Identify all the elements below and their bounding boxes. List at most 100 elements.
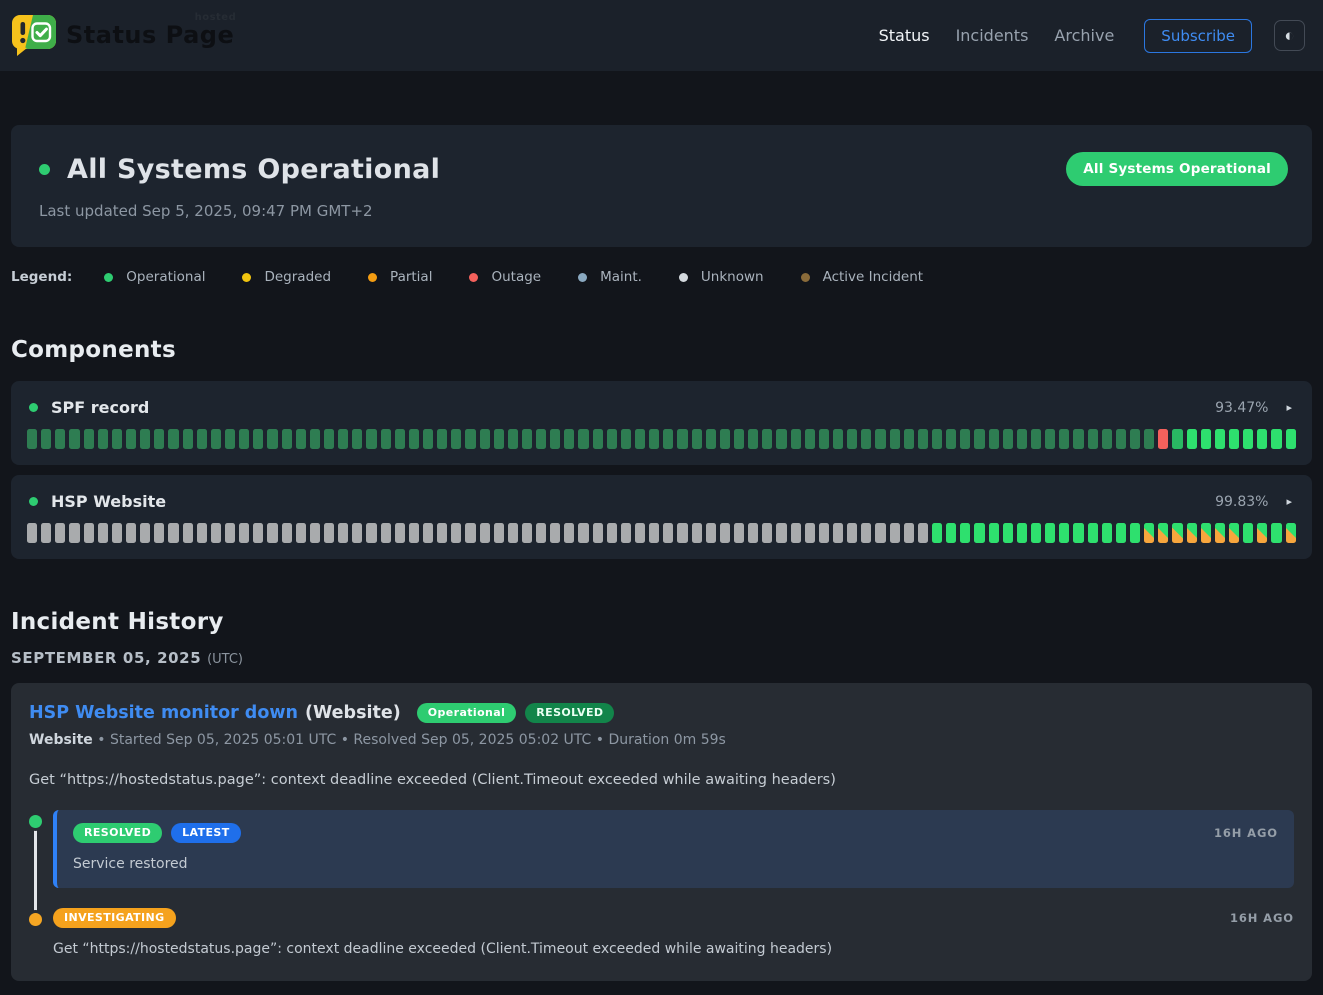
uptime-bar (776, 429, 786, 449)
legend: Legend: OperationalDegradedPartialOutage… (11, 269, 1312, 285)
uptime-bar (904, 429, 914, 449)
uptime-bar (437, 523, 447, 543)
uptime-bar (140, 523, 150, 543)
timeline-dot-column (29, 810, 53, 888)
uptime-bar (918, 523, 928, 543)
uptime-bar (946, 429, 956, 449)
uptime-bar (649, 429, 659, 449)
uptime-bar (692, 523, 702, 543)
incident-status-badge: Operational (417, 703, 517, 723)
uptime-bar (352, 429, 362, 449)
update-timestamp: 16H AGO (1214, 826, 1278, 840)
incident-meta: Website • Started Sep 05, 2025 05:01 UTC… (29, 732, 1294, 748)
uptime-bar (267, 429, 277, 449)
component-uptime-percent: 99.83% (1215, 494, 1268, 510)
uptime-bar (267, 523, 277, 543)
legend-dot-icon (104, 273, 113, 282)
legend-dot-icon (242, 273, 251, 282)
uptime-bar (1017, 523, 1027, 543)
timeline-entry-header: RESOLVED LATEST 16H AGO (73, 823, 1278, 843)
uptime-bar (1229, 429, 1239, 449)
legend-item-label: Maint. (600, 269, 642, 285)
update-text: Service restored (73, 856, 1278, 872)
uptime-bar (409, 429, 419, 449)
nav-archive[interactable]: Archive (1054, 26, 1114, 45)
nav-status[interactable]: Status (879, 26, 930, 45)
update-timestamp: 16H AGO (1230, 911, 1294, 925)
uptime-bar (791, 429, 801, 449)
uptime-bar (183, 523, 193, 543)
legend-items: OperationalDegradedPartialOutageMaint.Un… (104, 269, 960, 285)
uptime-bar (282, 429, 292, 449)
uptime-bar (748, 429, 758, 449)
uptime-bar (1088, 429, 1098, 449)
uptime-bar (225, 523, 235, 543)
incident-meta-details: • Started Sep 05, 2025 05:01 UTC • Resol… (93, 732, 726, 748)
uptime-bar (1045, 523, 1055, 543)
timeline-dot-column (29, 908, 53, 957)
uptime-bar (1003, 523, 1013, 543)
uptime-bar (1286, 429, 1296, 449)
component-header: HSP Website99.83%▸ (27, 490, 1296, 523)
uptime-bar (154, 523, 164, 543)
nav-incidents[interactable]: Incidents (956, 26, 1029, 45)
timeline-line (34, 826, 37, 911)
uptime-bar (890, 429, 900, 449)
uptime-bar (1102, 523, 1112, 543)
uptime-bar (904, 523, 914, 543)
update-status-badge: LATEST (171, 823, 241, 843)
uptime-bar (296, 429, 306, 449)
uptime-bar (593, 429, 603, 449)
uptime-bar (437, 429, 447, 449)
legend-item: Active Incident (801, 269, 924, 285)
uptime-bar (84, 429, 94, 449)
subscribe-button[interactable]: Subscribe (1144, 19, 1252, 53)
uptime-bar (720, 429, 730, 449)
uptime-bar (366, 523, 376, 543)
uptime-bar (932, 429, 942, 449)
uptime-bar (27, 429, 37, 449)
component-name: SPF record (51, 398, 149, 417)
uptime-bars (27, 523, 1296, 543)
expand-icon[interactable]: ▸ (1286, 495, 1292, 508)
uptime-bar (183, 429, 193, 449)
uptime-bar (494, 429, 504, 449)
last-updated-text: Last updated Sep 5, 2025, 09:47 PM GMT+2 (39, 202, 1288, 220)
uptime-bar (1187, 523, 1197, 543)
component-uptime-percent: 93.47% (1215, 400, 1268, 416)
theme-toggle-button[interactable]: ◐ (1274, 20, 1305, 51)
uptime-bar (168, 429, 178, 449)
uptime-bar (805, 523, 815, 543)
uptime-bar (847, 429, 857, 449)
uptime-bar (1073, 429, 1083, 449)
incident-title-link[interactable]: HSP Website monitor down (29, 703, 298, 723)
expand-icon[interactable]: ▸ (1286, 401, 1292, 414)
uptime-bar (578, 523, 588, 543)
update-status-badge: RESOLVED (73, 823, 162, 843)
uptime-bar (1059, 429, 1069, 449)
uptime-bar (296, 523, 306, 543)
legend-item-label: Degraded (264, 269, 331, 285)
uptime-bar (480, 523, 490, 543)
uptime-bar (536, 429, 546, 449)
uptime-bar (564, 429, 574, 449)
uptime-bar (1271, 523, 1281, 543)
uptime-bar (1215, 523, 1225, 543)
uptime-bar (1088, 523, 1098, 543)
timeline-dot-icon (29, 815, 42, 828)
overall-status-title: All Systems Operational (67, 154, 440, 185)
legend-item: Partial (368, 269, 432, 285)
uptime-bar (1116, 429, 1126, 449)
legend-dot-icon (801, 273, 810, 282)
page-content: All Systems Operational All Systems Oper… (0, 125, 1323, 995)
uptime-bar (55, 523, 65, 543)
top-bar: hosted Status Page Status Incidents Archiv… (0, 0, 1323, 71)
component-header: SPF record 93.47% ▸ (27, 396, 1296, 429)
uptime-bar (98, 523, 108, 543)
legend-item: Unknown (679, 269, 764, 285)
brand[interactable]: hosted Status Page (12, 15, 234, 56)
uptime-bar (465, 429, 475, 449)
uptime-bar (918, 429, 928, 449)
theme-toggle-icon: ◐ (1284, 27, 1294, 44)
uptime-bar (1031, 523, 1041, 543)
